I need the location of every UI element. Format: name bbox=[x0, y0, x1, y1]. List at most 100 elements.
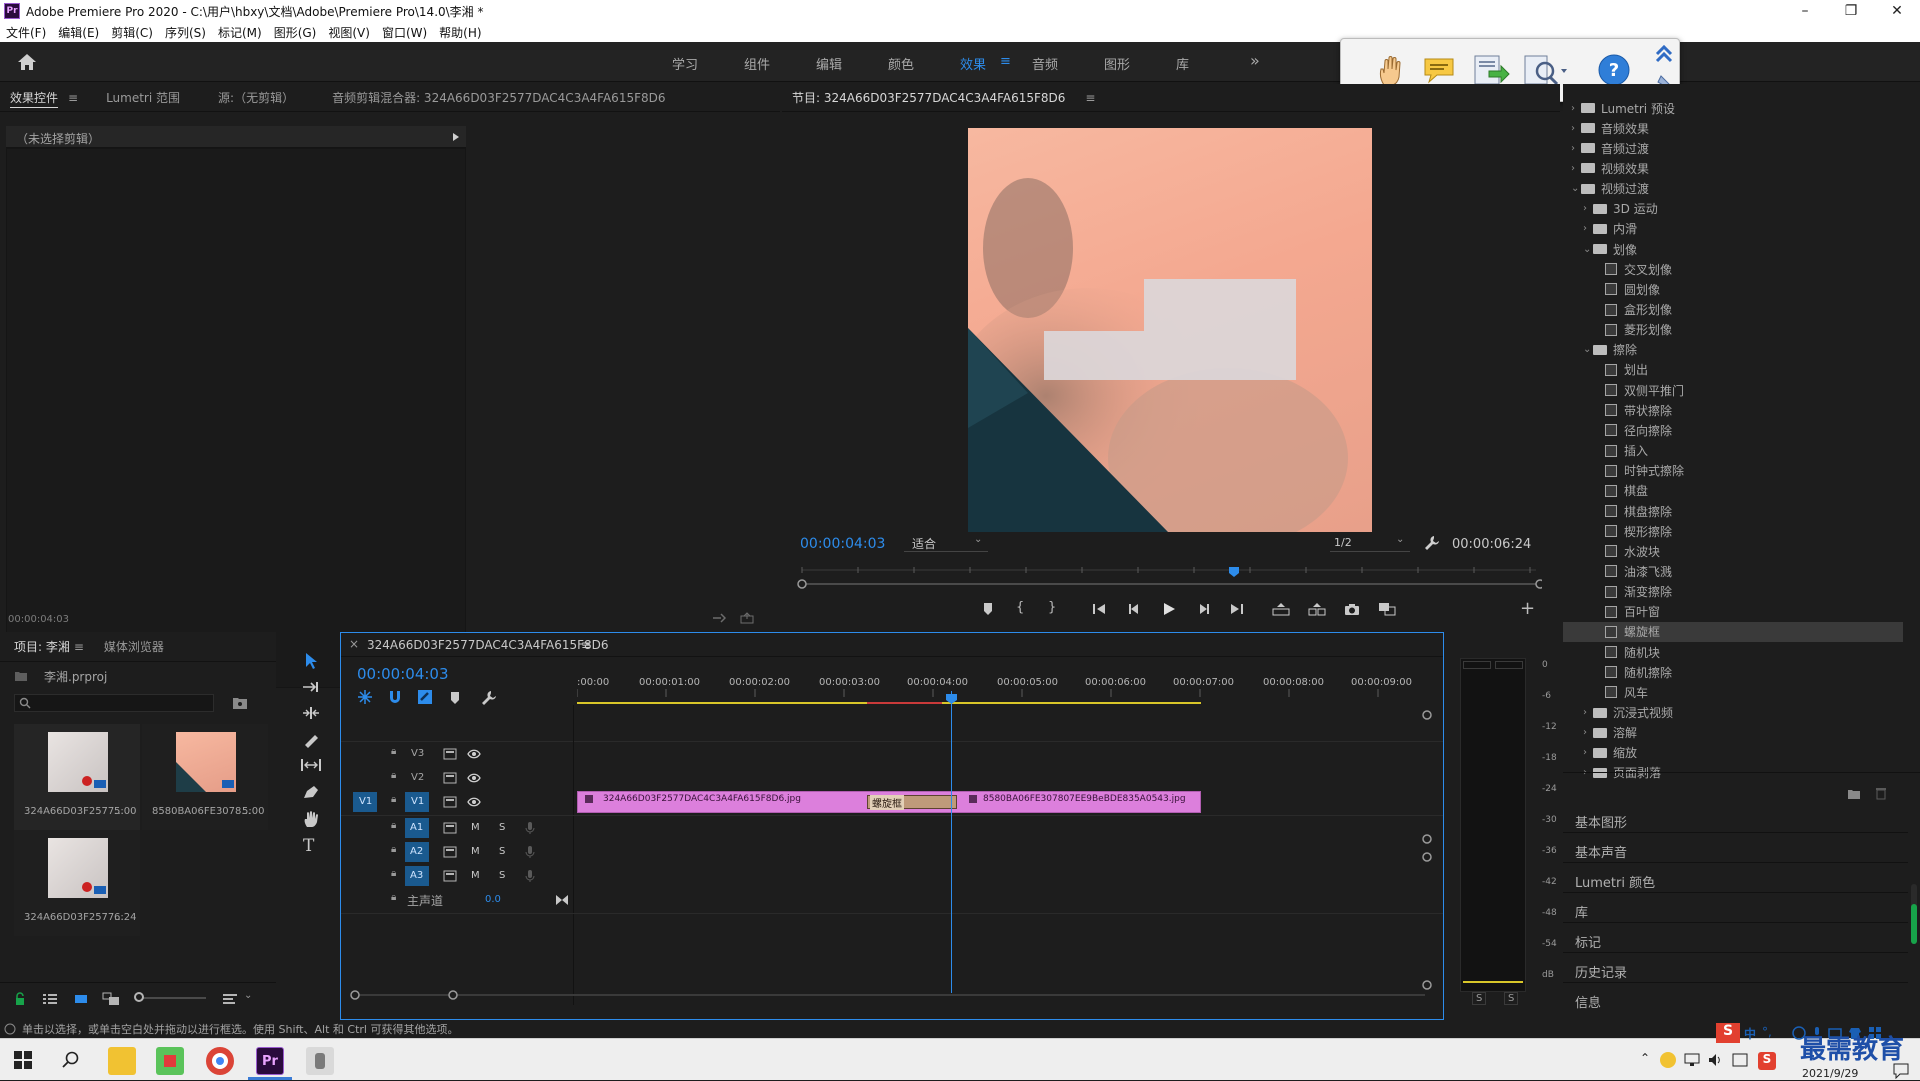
export-frame-icon[interactable] bbox=[740, 612, 754, 624]
meter-solo-right-button[interactable]: S bbox=[1504, 992, 1519, 1005]
add-marker-icon[interactable] bbox=[982, 602, 994, 616]
ripple-edit-tool-icon[interactable] bbox=[302, 706, 320, 720]
workspace-color[interactable]: 颜色 bbox=[888, 54, 914, 73]
microphone-icon[interactable] bbox=[525, 845, 535, 859]
program-video-frame[interactable] bbox=[968, 128, 1372, 532]
sort-icons-icon[interactable] bbox=[222, 992, 238, 1006]
chevron-right-icon[interactable]: › bbox=[1571, 103, 1581, 114]
go-to-in-icon[interactable] bbox=[1092, 603, 1106, 615]
effects-folder[interactable]: › 溶解 bbox=[1563, 723, 1903, 743]
close-sequence-icon[interactable]: × bbox=[349, 637, 359, 651]
search-icon[interactable] bbox=[62, 1051, 80, 1069]
mute-button[interactable]: M bbox=[471, 870, 480, 881]
effects-item[interactable]: 菱形划像 bbox=[1563, 320, 1903, 340]
effects-folder[interactable]: › 音频过渡 bbox=[1563, 138, 1903, 158]
filter-icon[interactable] bbox=[712, 612, 726, 624]
chevron-right-icon[interactable]: › bbox=[1571, 163, 1581, 174]
track-target-a2[interactable]: A2 bbox=[405, 842, 429, 862]
vertical-zoom-handle[interactable] bbox=[1421, 851, 1433, 863]
effects-item[interactable]: 渐变擦除 bbox=[1563, 582, 1903, 602]
sync-lock-icon[interactable] bbox=[443, 822, 457, 834]
effects-item[interactable]: 带状擦除 bbox=[1563, 400, 1903, 420]
effects-folder[interactable]: › 沉浸式视频 bbox=[1563, 703, 1903, 723]
maximize-button[interactable]: ❐ bbox=[1828, 0, 1874, 22]
eye-icon[interactable] bbox=[467, 772, 481, 784]
chevron-down-icon[interactable]: ⌄ bbox=[1583, 344, 1593, 355]
sync-lock-icon[interactable] bbox=[443, 748, 457, 760]
menu-clip[interactable]: 剪辑(C) bbox=[105, 24, 159, 41]
mute-button[interactable]: M bbox=[471, 846, 480, 857]
sync-lock-icon[interactable] bbox=[443, 870, 457, 882]
lock-icon[interactable]: 🔒︎ bbox=[391, 794, 396, 805]
timeline-horizontal-scrollbar[interactable] bbox=[355, 994, 1425, 996]
windows-start-icon[interactable] bbox=[14, 1051, 32, 1069]
panel-history[interactable]: 历史记录 bbox=[1575, 962, 1627, 981]
effects-item[interactable]: 楔形擦除 bbox=[1563, 521, 1903, 541]
sync-lock-icon[interactable] bbox=[443, 772, 457, 784]
effects-folder[interactable]: ⌄ 擦除 bbox=[1563, 340, 1903, 360]
play-icon[interactable] bbox=[1162, 602, 1176, 616]
clip-2[interactable]: 8580BA06FE307807EE9BeBDE835A0543.jpg bbox=[961, 791, 1201, 813]
go-to-out-icon[interactable] bbox=[1230, 603, 1244, 615]
menu-view[interactable]: 视图(V) bbox=[322, 24, 376, 41]
collapse-up-icon[interactable] bbox=[1653, 43, 1675, 65]
delete-icon[interactable] bbox=[1875, 787, 1887, 800]
freeform-view-icon[interactable] bbox=[102, 992, 120, 1006]
microphone-icon[interactable] bbox=[525, 869, 535, 883]
fit-dropdown[interactable]: 适合 ⌄ bbox=[904, 534, 988, 552]
effects-folder[interactable]: › 内滑 bbox=[1563, 219, 1903, 239]
workspace-libraries[interactable]: 库 bbox=[1176, 54, 1189, 73]
play-only-clip-icon[interactable] bbox=[452, 132, 460, 142]
tab-lumetri-scopes[interactable]: Lumetri 范围 bbox=[96, 89, 190, 106]
button-editor-plus-icon[interactable]: + bbox=[1520, 598, 1535, 619]
workspace-graphics[interactable]: 图形 bbox=[1104, 54, 1130, 73]
panel-lumetri-color[interactable]: Lumetri 颜色 bbox=[1575, 872, 1655, 891]
chevron-right-icon[interactable]: › bbox=[1583, 727, 1593, 738]
chevron-down-icon[interactable]: ⌄ bbox=[1583, 244, 1593, 255]
export-icon[interactable] bbox=[1471, 53, 1511, 87]
sogou-ime-icon[interactable]: S bbox=[1716, 1023, 1740, 1043]
project-item[interactable]: 324A66D03F2577... 6:24 bbox=[14, 830, 140, 936]
hand-tool-icon[interactable] bbox=[1377, 55, 1403, 87]
source-patch-v1[interactable]: V1 bbox=[353, 792, 377, 812]
sequence-tab[interactable]: 324A66D03F2577DAC4C3A4FA615F8D6 bbox=[367, 638, 609, 652]
effects-folder[interactable]: ⌄ 视频过渡 bbox=[1563, 179, 1903, 199]
effects-item[interactable]: 双侧平推门 bbox=[1563, 380, 1903, 400]
selection-tool-icon[interactable] bbox=[302, 652, 320, 670]
extract-icon[interactable] bbox=[1308, 602, 1326, 616]
minimize-button[interactable]: – bbox=[1782, 0, 1828, 22]
effects-item[interactable]: 随机块 bbox=[1563, 642, 1903, 662]
workspace-more-icon[interactable]: » bbox=[1250, 51, 1260, 70]
lift-icon[interactable] bbox=[1272, 602, 1290, 616]
lock-icon[interactable]: 🔒︎ bbox=[391, 820, 396, 831]
thumbnail-zoom-slider[interactable] bbox=[136, 997, 206, 999]
timeline-playhead-timecode[interactable]: 00:00:04:03 bbox=[357, 665, 449, 683]
sequence-menu-icon[interactable]: ≡ bbox=[581, 638, 591, 652]
effects-item[interactable]: 风车 bbox=[1563, 682, 1903, 702]
effects-item[interactable]: 划出 bbox=[1563, 360, 1903, 380]
timeline-ruler[interactable]: :00:00 00:00:01:00 00:00:02:00 00:00:03:… bbox=[577, 671, 1417, 705]
chevron-right-icon[interactable]: › bbox=[1583, 747, 1593, 758]
chevron-right-icon[interactable]: › bbox=[1571, 143, 1581, 154]
program-monitor-title[interactable]: 节目: 324A66D03F2577DAC4C3A4FA615F8D6 bbox=[782, 89, 1075, 106]
master-volume-value[interactable]: 0.0 bbox=[485, 894, 501, 905]
panel-libraries[interactable]: 库 bbox=[1575, 902, 1588, 921]
step-forward-icon[interactable] bbox=[1198, 603, 1210, 615]
export-frame-camera-icon[interactable] bbox=[1344, 602, 1360, 616]
menu-graphics[interactable]: 图形(G) bbox=[268, 24, 323, 41]
tab-effect-controls[interactable]: 效果控件 bbox=[0, 89, 68, 106]
effects-item[interactable]: 交叉划像 bbox=[1563, 259, 1903, 279]
chevron-right-icon[interactable]: › bbox=[1583, 707, 1593, 718]
track-target-v1[interactable]: V1 bbox=[405, 792, 429, 812]
file-explorer-icon[interactable] bbox=[108, 1047, 136, 1075]
new-bin-icon[interactable] bbox=[1847, 788, 1861, 800]
program-playhead[interactable] bbox=[1228, 566, 1240, 578]
horizontal-zoom-handle[interactable] bbox=[447, 989, 459, 1001]
sync-lock-icon[interactable] bbox=[443, 846, 457, 858]
track-select-tool-icon[interactable] bbox=[302, 680, 320, 694]
add-marker-icon[interactable] bbox=[449, 691, 461, 705]
close-window-button[interactable]: ✕ bbox=[1874, 0, 1920, 22]
workspace-editing[interactable]: 编辑 bbox=[816, 54, 842, 73]
solo-button[interactable]: S bbox=[499, 846, 505, 857]
wrench-icon[interactable] bbox=[1424, 535, 1440, 551]
